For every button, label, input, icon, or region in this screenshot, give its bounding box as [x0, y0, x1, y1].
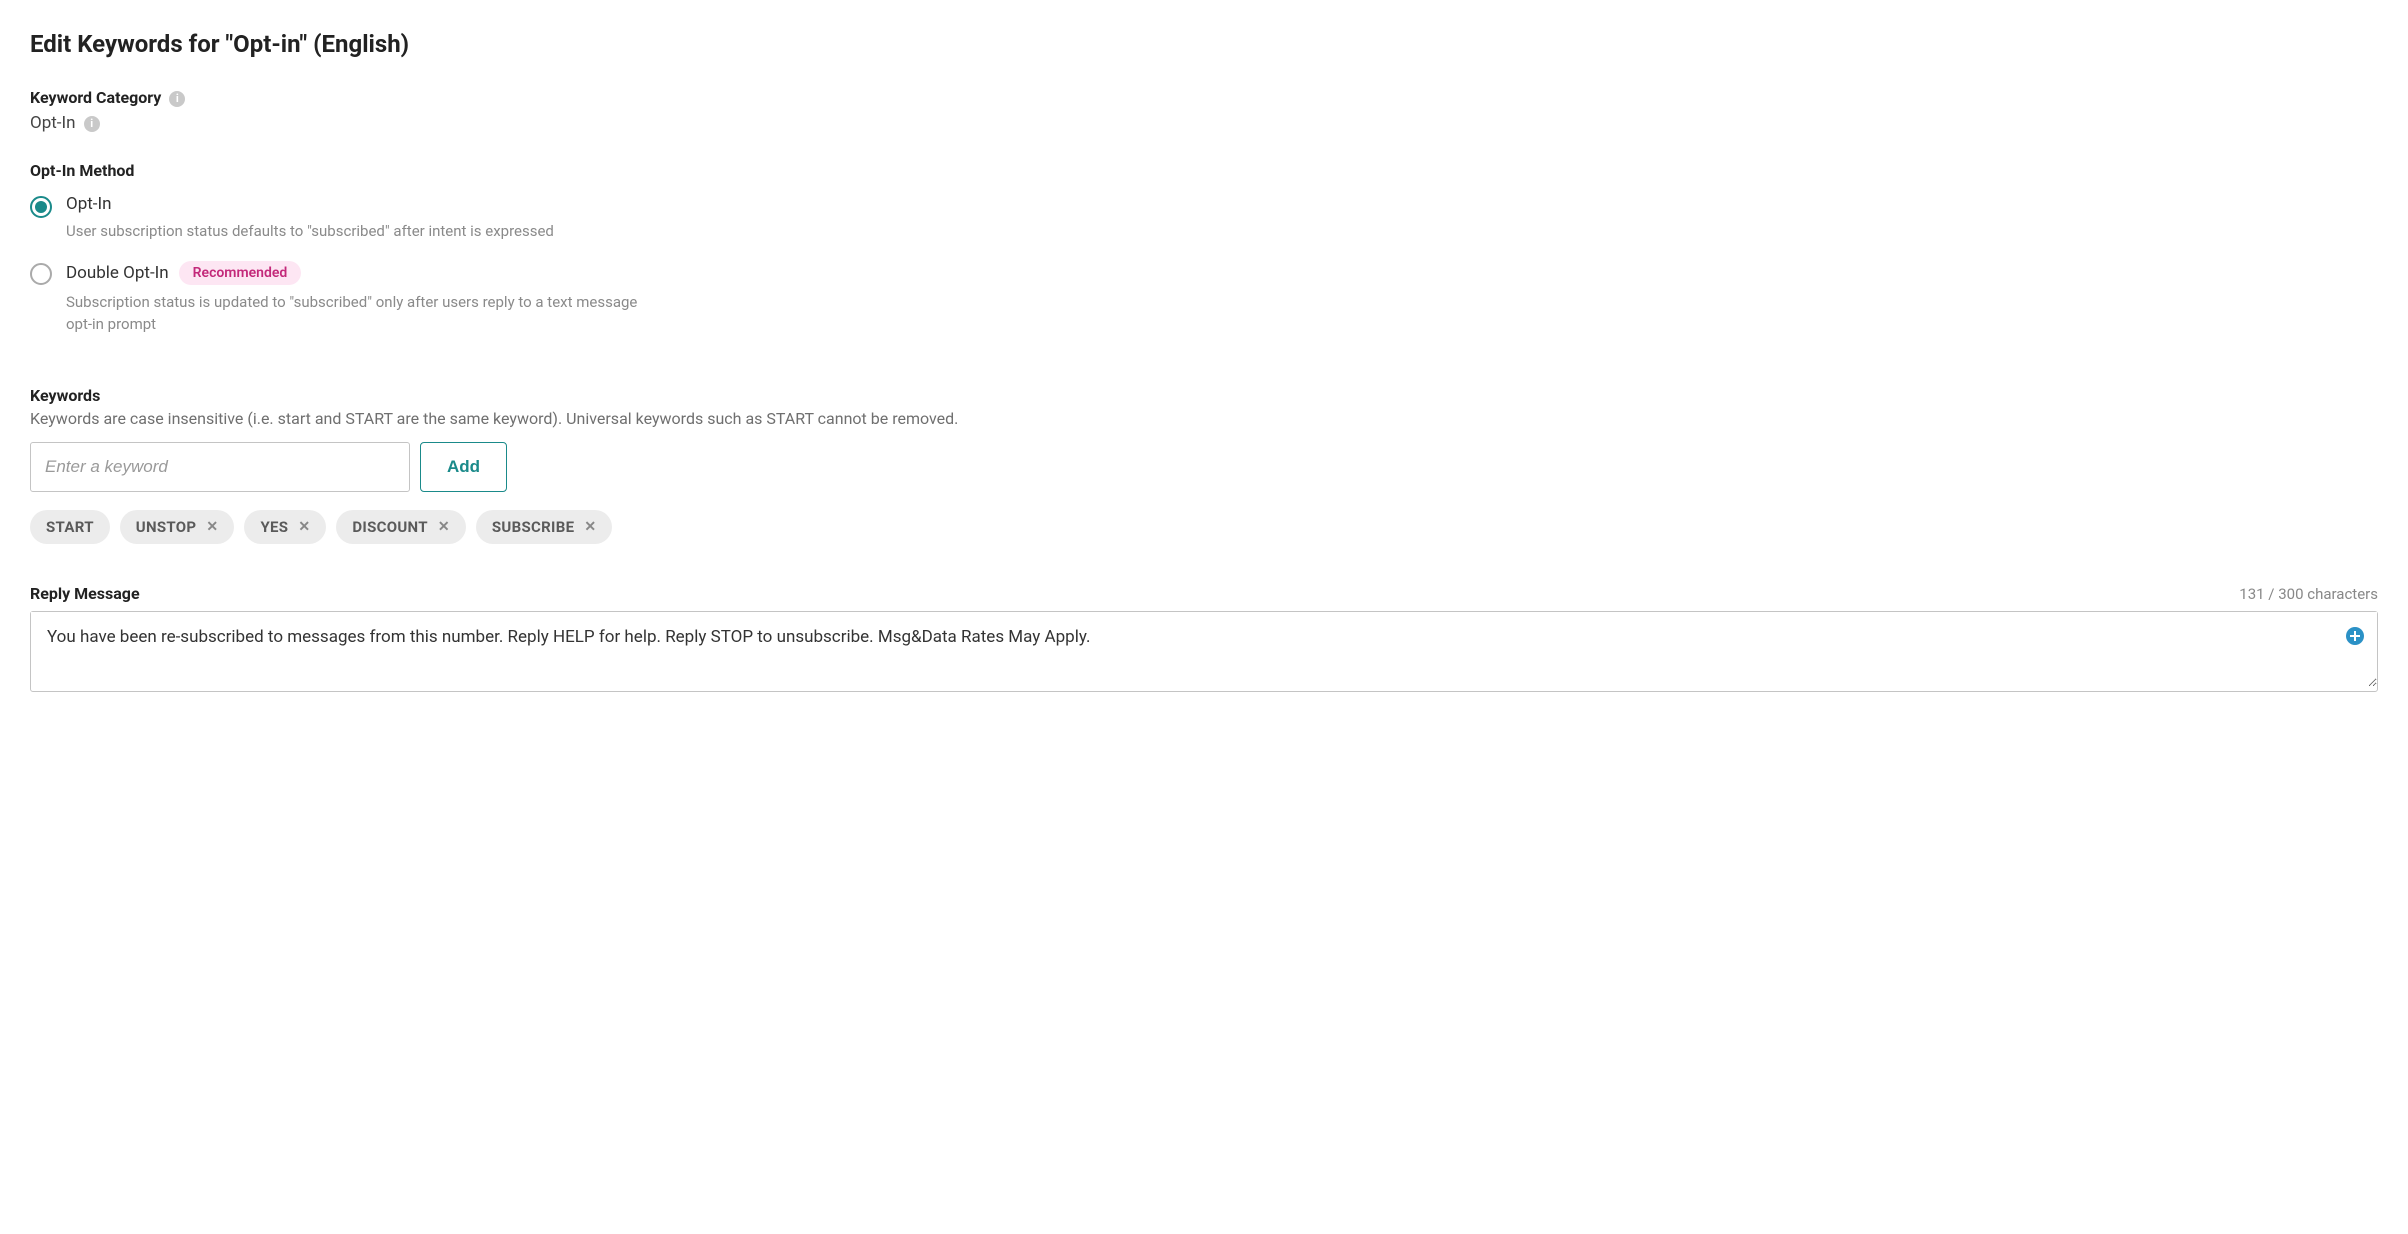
keyword-chips: START UNSTOP ✕ YES ✕ DISCOUNT ✕ SUBSCRIBE ✕ [30, 510, 2378, 544]
keyword-chip-text: UNSTOP [136, 518, 197, 536]
keyword-chip-text: DISCOUNT [352, 518, 427, 536]
add-button[interactable]: Add [420, 442, 507, 492]
radio-content: Opt-In User subscription status defaults… [66, 194, 666, 243]
radio-content: Double Opt-In Recommended Subscription s… [66, 261, 666, 336]
radio-title-text: Double Opt-In [66, 263, 169, 283]
keyword-category-label: Keyword Category [30, 88, 161, 107]
character-count: 131 / 300 characters [2239, 585, 2378, 603]
keywords-hint: Keywords are case insensitive (i.e. star… [30, 409, 2378, 428]
reply-message-label: Reply Message [30, 584, 140, 603]
page-title: Edit Keywords for "Opt-in" (English) [30, 30, 2378, 58]
keyword-input[interactable] [30, 442, 410, 492]
keyword-chip-text: YES [260, 518, 288, 536]
keyword-chip: YES ✕ [244, 510, 326, 544]
keyword-category-section: Keyword Category i Opt-In i [30, 88, 2378, 133]
radio-option-double-opt-in[interactable]: Double Opt-In Recommended Subscription s… [30, 261, 2378, 336]
keyword-category-value-text: Opt-In [30, 113, 76, 133]
close-icon[interactable]: ✕ [438, 520, 450, 534]
keyword-input-row: Add [30, 442, 2378, 492]
keywords-section: Keywords Keywords are case insensitive (… [30, 386, 2378, 544]
radio-title-text: Opt-In [66, 194, 112, 214]
radio-input[interactable] [30, 263, 52, 285]
info-icon[interactable]: i [84, 116, 100, 132]
keyword-chip: START [30, 510, 110, 544]
keyword-chip: UNSTOP ✕ [120, 510, 235, 544]
reply-box [30, 611, 2378, 693]
radio-title: Double Opt-In Recommended [66, 261, 666, 285]
opt-in-method-section: Opt-In Method Opt-In User subscription s… [30, 161, 2378, 336]
keywords-label: Keywords [30, 386, 100, 405]
radio-description: Subscription status is updated to "subsc… [66, 291, 666, 336]
keyword-category-value: Opt-In i [30, 113, 2378, 133]
keyword-chip-text: SUBSCRIBE [492, 518, 574, 536]
add-icon[interactable] [2345, 626, 2365, 646]
opt-in-method-label: Opt-In Method [30, 161, 134, 180]
close-icon[interactable]: ✕ [584, 520, 596, 534]
radio-description: User subscription status defaults to "su… [66, 220, 666, 243]
reply-header: Reply Message 131 / 300 characters [30, 584, 2378, 603]
keyword-chip: DISCOUNT ✕ [336, 510, 466, 544]
radio-input[interactable] [30, 196, 52, 218]
info-icon[interactable]: i [169, 91, 185, 107]
keyword-chip: SUBSCRIBE ✕ [476, 510, 613, 544]
recommended-badge: Recommended [179, 261, 302, 285]
keyword-chip-text: START [46, 518, 94, 536]
radio-title: Opt-In [66, 194, 666, 214]
reply-message-textarea[interactable] [31, 612, 2377, 688]
close-icon[interactable]: ✕ [298, 520, 310, 534]
reply-message-section: Reply Message 131 / 300 characters [30, 584, 2378, 693]
close-icon[interactable]: ✕ [206, 520, 218, 534]
radio-option-opt-in[interactable]: Opt-In User subscription status defaults… [30, 194, 2378, 243]
